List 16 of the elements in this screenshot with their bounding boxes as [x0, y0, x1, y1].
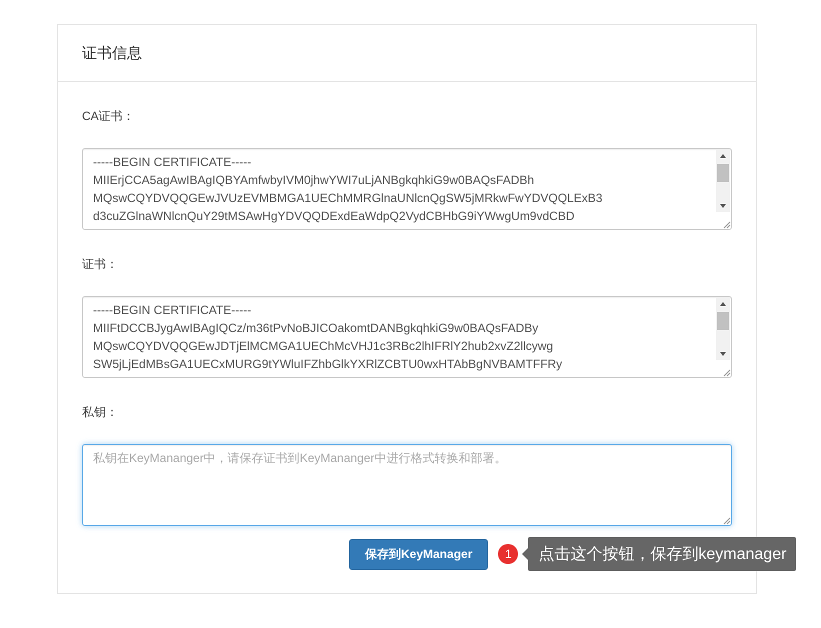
- certificate-field[interactable]: -----BEGIN CERTIFICATE----- MIIErjCCA5agAwIBAgIQBYAmfwbyIVM0jhwYWI7uLjANBgkqhkiG9w0BAQsFADBh MQswCQYDVQQGEwJVUzEVMBMGA1UEChMMRGlnaUNlcnQgSW5jMRkwFwYDVQQLExB3 d3cuZGlnaWNlcnQuY29tMSAwHgYDVQQDExdEaWdpQ2VydCBHbG9iYWwgUm9vdCBD: [82, 148, 732, 230]
- field-label: CA证书：: [82, 108, 135, 125]
- resize-grip-icon[interactable]: [722, 220, 731, 229]
- save-button[interactable]: 保存到KeyManager: [349, 538, 488, 570]
- scrollbar-drawing[interactable]: [716, 298, 730, 360]
- tooltip-arrow-icon: [522, 548, 528, 560]
- hint-tooltip: 点击这个按钮，保存到keymanager: [528, 537, 796, 571]
- panel-title: 证书信息: [82, 44, 142, 62]
- step-badge: 1: [498, 544, 518, 564]
- resize-grip-icon[interactable]: [722, 516, 731, 525]
- private-key-field[interactable]: 私钥在KeyMananger中，请保存证书到KeyMananger中进行格式转换和部署。: [82, 444, 732, 526]
- field-label: 证书：: [82, 256, 118, 273]
- certificate-field[interactable]: -----BEGIN CERTIFICATE----- MIIFtDCCBJygAwIBAgIQCz/m36tPvNoBJICOakomtDANBgkqhkiG9w0BAQsFADBy MQswCQYDVQQGEwJDTjElMCMGA1UEChMcVHJ1c3RBc2lhIFRlY2hub2xvZ2llcywg SW5jLjEdMBsGA1UECxMURG9tYWluIFZhbGlkYXRlZCBTU0wxHTAbBgNVBAMTFFRy: [82, 296, 732, 378]
- scrollbar-drawing[interactable]: [716, 150, 730, 212]
- field-label: 私钥：: [82, 404, 118, 421]
- resize-grip-icon[interactable]: [722, 368, 731, 377]
